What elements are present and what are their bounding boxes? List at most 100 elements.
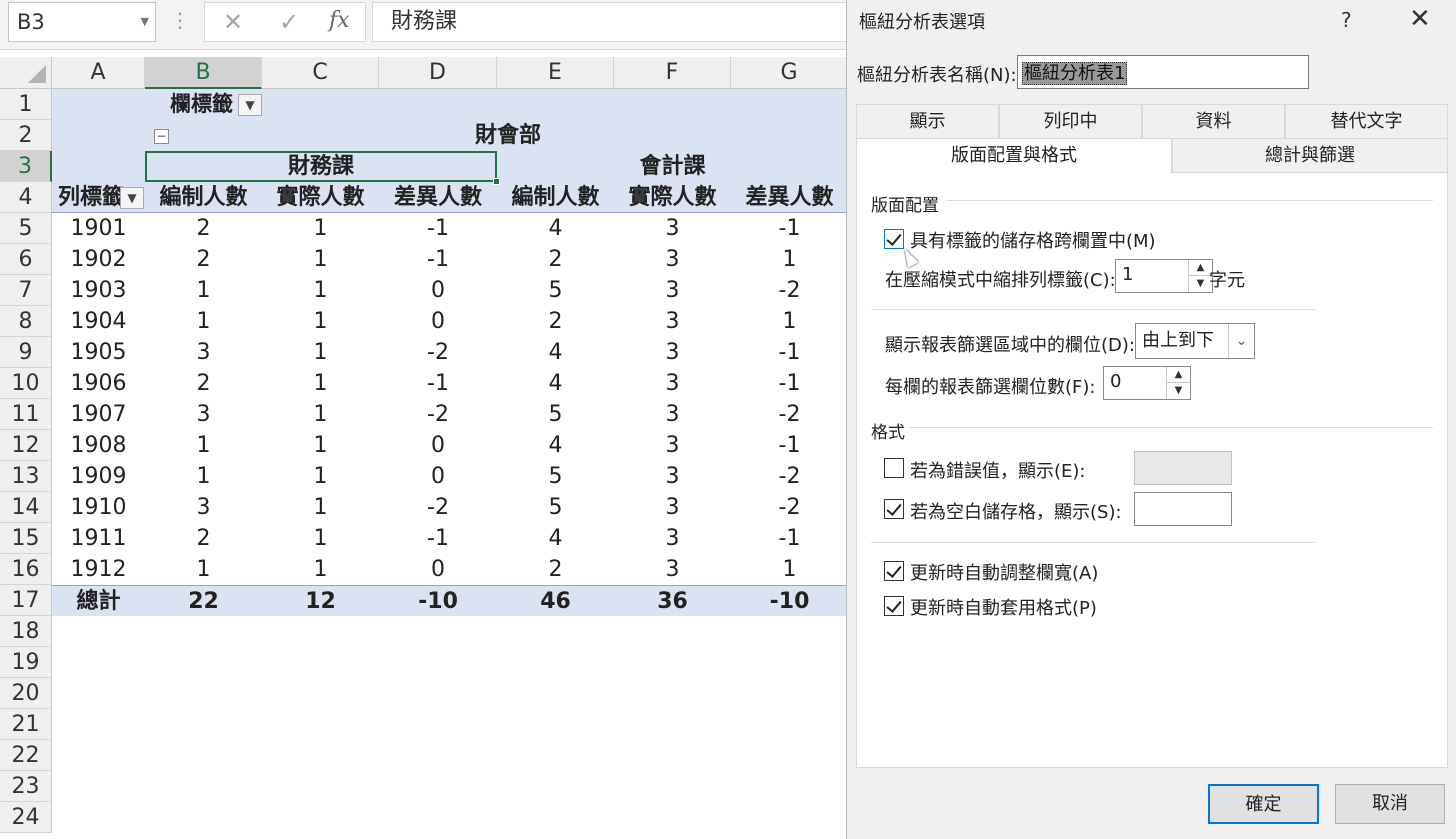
value-cell[interactable]: -2 bbox=[379, 492, 497, 523]
total-cell[interactable]: -10 bbox=[731, 586, 848, 617]
value-cell[interactable]: 2 bbox=[145, 213, 262, 244]
value-cell[interactable]: 2 bbox=[497, 554, 614, 585]
empty-cells-label[interactable]: 若為空白儲存格，顯示(S): bbox=[910, 498, 1122, 524]
value-cell[interactable]: 1 bbox=[262, 492, 379, 523]
cancel-button[interactable]: 取消 bbox=[1335, 784, 1445, 824]
value-cell[interactable]: -2 bbox=[731, 492, 848, 523]
value-cell[interactable]: 0 bbox=[379, 430, 497, 461]
pivot-name-input[interactable]: 樞紐分析表1 bbox=[1017, 55, 1309, 89]
error-values-label[interactable]: 若為錯誤值，顯示(E): bbox=[910, 457, 1085, 483]
value-cell[interactable]: 2 bbox=[497, 244, 614, 275]
value-cell[interactable]: -2 bbox=[731, 461, 848, 492]
row-header[interactable]: 14 bbox=[0, 492, 52, 523]
value-cell[interactable]: -1 bbox=[731, 213, 848, 244]
help-icon[interactable]: ? bbox=[1341, 8, 1352, 32]
empty-cells-checkbox[interactable] bbox=[884, 499, 904, 519]
close-icon[interactable]: ✕ bbox=[1409, 4, 1431, 34]
row-label[interactable]: 1903 bbox=[52, 275, 145, 306]
value-cell[interactable]: -2 bbox=[379, 337, 497, 368]
value-cell[interactable]: 1 bbox=[145, 430, 262, 461]
value-cell[interactable]: -1 bbox=[379, 523, 497, 554]
value-cell[interactable]: 1 bbox=[731, 554, 848, 585]
row-header[interactable]: 19 bbox=[0, 647, 52, 678]
row-header[interactable]: 13 bbox=[0, 461, 52, 492]
tab-totals-filters[interactable]: 總計與篩選 bbox=[1172, 138, 1448, 172]
value-cell[interactable]: -1 bbox=[731, 368, 848, 399]
row-header[interactable]: 5 bbox=[0, 213, 52, 244]
row-header[interactable]: 17 bbox=[0, 585, 52, 616]
row-label[interactable]: 1901 bbox=[52, 213, 145, 244]
value-cell[interactable]: -1 bbox=[379, 244, 497, 275]
row-header[interactable]: 20 bbox=[0, 678, 52, 709]
value-cell[interactable]: 1 bbox=[731, 244, 848, 275]
value-cell[interactable]: 3 bbox=[614, 213, 731, 244]
value-cell[interactable]: -1 bbox=[379, 368, 497, 399]
value-cell[interactable]: 1 bbox=[145, 306, 262, 337]
value-cell[interactable]: 3 bbox=[614, 306, 731, 337]
row-header[interactable]: 23 bbox=[0, 771, 52, 802]
row-label[interactable]: 1909 bbox=[52, 461, 145, 492]
row-header[interactable]: 4 bbox=[0, 182, 52, 213]
value-cell[interactable]: -2 bbox=[731, 275, 848, 306]
row-header[interactable]: 6 bbox=[0, 244, 52, 275]
row-header[interactable]: 15 bbox=[0, 523, 52, 554]
chevron-down-icon[interactable]: ▼ bbox=[141, 3, 149, 41]
row-label[interactable]: 1907 bbox=[52, 399, 145, 430]
total-cell[interactable]: 22 bbox=[145, 586, 262, 617]
value-cell[interactable]: 3 bbox=[614, 430, 731, 461]
value-cell[interactable]: 1 bbox=[262, 554, 379, 585]
value-cell[interactable]: 1 bbox=[145, 275, 262, 306]
column-header[interactable]: D bbox=[379, 57, 497, 89]
row-header[interactable]: 8 bbox=[0, 306, 52, 337]
autofit-label[interactable]: 更新時自動調整欄寬(A) bbox=[910, 559, 1098, 585]
value-cell[interactable]: 1 bbox=[262, 461, 379, 492]
filter-per-column-spin-buttons[interactable]: ▲ ▼ bbox=[1166, 367, 1190, 399]
filter-per-column-spinner[interactable]: 0 ▲ ▼ bbox=[1103, 366, 1191, 400]
value-cell[interactable]: -1 bbox=[731, 523, 848, 554]
merge-center-checkbox[interactable] bbox=[884, 229, 904, 249]
value-cell[interactable]: 4 bbox=[497, 213, 614, 244]
row-label[interactable]: 1904 bbox=[52, 306, 145, 337]
value-cell[interactable]: 3 bbox=[614, 492, 731, 523]
insert-function-icon[interactable]: fx bbox=[329, 8, 350, 33]
chevron-down-icon[interactable]: ⌄ bbox=[1228, 324, 1254, 358]
value-cell[interactable]: -1 bbox=[379, 213, 497, 244]
tab-data[interactable]: 資料 bbox=[1142, 104, 1285, 138]
total-cell[interactable]: 12 bbox=[262, 586, 379, 617]
value-cell[interactable]: 1 bbox=[262, 213, 379, 244]
value-cell[interactable]: -1 bbox=[731, 337, 848, 368]
column-header[interactable]: F bbox=[614, 57, 731, 89]
value-cell[interactable]: 4 bbox=[497, 337, 614, 368]
value-cell[interactable]: 1 bbox=[262, 244, 379, 275]
row-header[interactable]: 9 bbox=[0, 337, 52, 368]
value-cell[interactable]: 1 bbox=[262, 399, 379, 430]
value-cell[interactable]: 1 bbox=[731, 306, 848, 337]
value-cell[interactable]: 0 bbox=[379, 306, 497, 337]
value-cell[interactable]: 3 bbox=[614, 399, 731, 430]
value-cell[interactable]: 0 bbox=[379, 275, 497, 306]
value-cell[interactable]: 5 bbox=[497, 492, 614, 523]
filter-order-select[interactable]: 由上到下 ⌄ bbox=[1135, 323, 1255, 359]
value-cell[interactable]: 4 bbox=[497, 368, 614, 399]
row-header[interactable]: 21 bbox=[0, 709, 52, 740]
row-label[interactable]: 1906 bbox=[52, 368, 145, 399]
value-cell[interactable]: 3 bbox=[614, 275, 731, 306]
value-cell[interactable]: 2 bbox=[145, 368, 262, 399]
group-header-accounting[interactable]: 會計課 bbox=[497, 151, 848, 182]
column-header[interactable]: C bbox=[262, 57, 379, 89]
total-cell[interactable]: 36 bbox=[614, 586, 731, 617]
collapse-icon[interactable]: − bbox=[154, 129, 169, 144]
value-cell[interactable]: 5 bbox=[497, 275, 614, 306]
row-label[interactable]: 1902 bbox=[52, 244, 145, 275]
measure-header[interactable]: 編制人數 bbox=[145, 182, 262, 213]
total-cell[interactable]: 46 bbox=[497, 586, 614, 617]
value-cell[interactable]: 3 bbox=[145, 492, 262, 523]
row-header[interactable]: 3 bbox=[0, 151, 52, 182]
row-header[interactable]: 1 bbox=[0, 89, 52, 120]
row-header[interactable]: 22 bbox=[0, 740, 52, 771]
cancel-icon[interactable]: ✕ bbox=[223, 8, 243, 36]
measure-header[interactable]: 編制人數 bbox=[497, 182, 614, 213]
value-cell[interactable]: 3 bbox=[614, 368, 731, 399]
value-cell[interactable]: 1 bbox=[262, 275, 379, 306]
value-cell[interactable]: 0 bbox=[379, 554, 497, 585]
